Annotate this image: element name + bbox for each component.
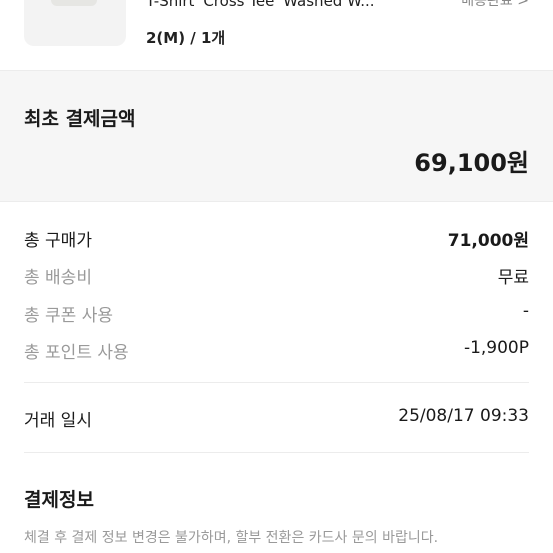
total-shipping-value: 무료 (497, 268, 529, 288)
initial-payment-section: 최초 결제금액 69,100원 (0, 70, 553, 202)
total-shipping-row: 총 배송비 무료 (24, 263, 529, 288)
initial-payment-amount: 69,100원 (414, 149, 529, 177)
product-option: 2(M) / 1개 (146, 29, 226, 47)
tshirt-image (51, 0, 97, 6)
product-name: T-Shirt 'Cross Tee' Washed W... (146, 0, 375, 10)
payment-info-title: 결제정보 (24, 489, 94, 511)
total-coupon-label: 총 쿠폰 사용 (24, 306, 114, 326)
divider (24, 382, 529, 383)
initial-payment-label: 최초 결제금액 (24, 108, 136, 130)
total-points-row: 총 포인트 사용 -1,900P (24, 338, 529, 363)
transaction-date-row: 거래 일시 25/08/17 09:33 (24, 406, 529, 431)
divider (24, 452, 529, 453)
total-purchase-value: 71,000원 (447, 231, 529, 251)
total-purchase-label: 총 구매가 (24, 231, 92, 251)
total-coupon-row: 총 쿠폰 사용 - (24, 301, 529, 326)
total-points-value: -1,900P (463, 338, 529, 358)
product-thumbnail[interactable] (24, 0, 126, 46)
total-points-label: 총 포인트 사용 (24, 343, 129, 363)
total-shipping-label: 총 배송비 (24, 268, 92, 288)
total-purchase-row: 총 구매가 71,000원 (24, 226, 529, 251)
transaction-date-value: 25/08/17 09:33 (398, 406, 529, 426)
product-row[interactable]: T-Shirt 'Cross Tee' Washed W... 2(M) / 1… (0, 0, 553, 70)
total-coupon-value: - (522, 301, 529, 321)
delivery-status-link[interactable]: 배송완료 > (461, 0, 529, 10)
transaction-date-label: 거래 일시 (24, 411, 92, 431)
payment-info-notice: 체결 후 결제 정보 변경은 불가하며, 할부 전환은 카드사 문의 바랍니다. (24, 530, 439, 546)
